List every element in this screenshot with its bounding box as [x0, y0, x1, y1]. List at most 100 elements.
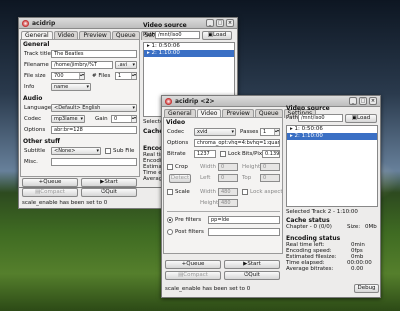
- files-value: 1: [118, 73, 122, 79]
- gain-value: 0: [114, 116, 118, 122]
- options-label: Options: [24, 127, 46, 133]
- enc-row-value: 0.00: [351, 266, 364, 272]
- post-filters-label: Post filters: [175, 229, 204, 235]
- compact-button[interactable]: ▤Compact: [165, 271, 221, 280]
- subtitle-label: Subtitle: [24, 148, 46, 154]
- quit-button[interactable]: ⏻Quit: [224, 271, 280, 280]
- video-heading: Video: [166, 119, 186, 126]
- size-value: 0Mb: [365, 224, 377, 230]
- spin-arrows-icon[interactable]: ▴▾: [274, 129, 279, 135]
- encoding-heading: Encoding status: [286, 235, 341, 242]
- divider: [167, 211, 280, 212]
- filename-ext-select[interactable]: .avi ▾: [115, 61, 137, 69]
- passes-spin[interactable]: 1 ▴▾: [260, 128, 280, 136]
- left-label: Left: [200, 175, 211, 181]
- load-button[interactable]: ▣Load: [202, 31, 232, 40]
- info-select[interactable]: name ▾: [51, 83, 91, 91]
- spin-arrows-icon[interactable]: ▴▾: [131, 73, 136, 79]
- crop-left-input[interactable]: 0: [218, 174, 238, 182]
- subtitle-select[interactable]: <None> ▾: [51, 147, 101, 155]
- filename-input[interactable]: /home/jimbry/%T: [51, 61, 113, 69]
- compact-button-label: Compact: [40, 189, 65, 195]
- post-filters-input[interactable]: [208, 228, 280, 236]
- track-item-2[interactable]: ▸ 2: 1:10:00: [144, 50, 234, 57]
- video-options-input[interactable]: chroma_opt:vhq=4:bvhq=1:quant: [194, 139, 280, 147]
- misc-input[interactable]: [51, 158, 137, 166]
- start-button-label: Start: [247, 261, 261, 267]
- post-filters-radio[interactable]: [167, 229, 173, 235]
- quit-button-main[interactable]: ⏻Quit: [81, 188, 137, 197]
- start-button[interactable]: ▶Start: [81, 178, 137, 187]
- scale-height-label: Height: [200, 200, 219, 206]
- filesize-label: File size: [24, 73, 46, 79]
- scale-width-input[interactable]: 480: [218, 188, 238, 196]
- pre-filters-input[interactable]: pp=lde: [208, 216, 280, 224]
- crop-width-input[interactable]: 0: [218, 163, 238, 171]
- files-spin[interactable]: 1 ▴▾: [115, 72, 137, 80]
- spin-arrows-icon[interactable]: ▴▾: [131, 116, 136, 122]
- codec-select[interactable]: mp3lame ▾: [51, 115, 85, 123]
- selected-track-text: Selected Track 2 - 1:10:00: [286, 209, 358, 215]
- path-input[interactable]: /mnt/iso0: [155, 31, 200, 39]
- queue-button[interactable]: +Queue: [165, 260, 221, 269]
- spin-arrows-icon[interactable]: ▴▾: [79, 73, 84, 79]
- filesize-value: 700: [54, 73, 64, 79]
- bitsperpix-label: Bits/Pix: [242, 151, 263, 157]
- track-list: ▸ 1: 0:50:06 ▸ 2: 1:10:00: [286, 125, 378, 207]
- bitsperpix-input[interactable]: 0.139: [262, 150, 280, 158]
- track-label: 2: 1:10:00: [151, 50, 180, 56]
- load-button-label: Load: [213, 32, 227, 38]
- path-label: Path: [143, 32, 156, 38]
- codec-label: Codec: [167, 129, 185, 135]
- chevron-down-icon: ▾: [80, 116, 83, 122]
- video-panel: Video Codec xvid ▾ Passes 1 ▴▾ Options chr…: [163, 117, 283, 254]
- app-icon: [22, 19, 29, 27]
- crop-height-input[interactable]: 0: [260, 163, 280, 171]
- subtitle-value: <None>: [54, 148, 76, 154]
- video-codec-select[interactable]: xvid ▾: [194, 128, 236, 136]
- audio-options-input[interactable]: abr:br=128: [51, 126, 137, 134]
- queue-button[interactable]: +Queue: [22, 178, 78, 187]
- chevron-down-icon: ▾: [96, 148, 99, 154]
- track-item-1[interactable]: ▸ 1: 0:50:06: [144, 43, 234, 50]
- scale-height-input[interactable]: 480: [218, 199, 238, 207]
- quit-button-label: Quit: [248, 272, 260, 278]
- general-panel: General Track title The Beatles Filename…: [20, 39, 140, 177]
- crop-checkbox[interactable]: [167, 164, 173, 170]
- language-select[interactable]: <Default> English ▾: [51, 104, 137, 112]
- height-label: Height: [242, 164, 261, 170]
- load-button[interactable]: ▣Load: [345, 114, 377, 123]
- start-button[interactable]: ▶Start: [224, 260, 280, 269]
- video-source-heading: Video source: [143, 22, 187, 29]
- ext-value: .avi: [118, 62, 128, 68]
- detect-button[interactable]: Detect: [169, 174, 191, 183]
- queue-button-label: Queue: [43, 179, 62, 185]
- codec-value: xvid: [197, 129, 208, 135]
- path-input[interactable]: /mnt/iso0: [298, 114, 343, 122]
- debug-button[interactable]: Debug: [354, 284, 379, 293]
- bitrate-input[interactable]: 1237: [194, 150, 216, 158]
- pre-filters-radio[interactable]: [167, 217, 173, 223]
- info-label: Info: [24, 84, 35, 90]
- track-title-label: Track title: [24, 51, 51, 57]
- gain-spin[interactable]: 0 ▴▾: [111, 115, 137, 123]
- track-label: 1: 0:50:06: [151, 43, 180, 49]
- track-title-input[interactable]: The Beatles: [51, 50, 137, 58]
- filesize-spin[interactable]: 700 ▴▾: [51, 72, 85, 80]
- options-label: Options: [167, 140, 189, 146]
- compact-button-main[interactable]: ▤Compact: [22, 188, 78, 197]
- crop-top-input[interactable]: 0: [260, 174, 280, 182]
- status-text: scale_enable has been set to 0: [165, 286, 251, 292]
- subfile-checkbox[interactable]: [105, 148, 111, 154]
- track-item-1[interactable]: ▸ 1: 0:50:06: [287, 126, 377, 133]
- language-label: Language: [24, 105, 52, 111]
- general-heading: General: [23, 41, 50, 48]
- status-text-main: scale_enable has been set to 0: [22, 200, 108, 206]
- lock-checkbox[interactable]: [220, 151, 226, 157]
- lock-aspect-label: Lock aspect: [250, 189, 283, 195]
- lock-aspect-checkbox[interactable]: [242, 189, 248, 195]
- track-item-2[interactable]: ▸ 2: 1:10:00: [287, 133, 377, 140]
- chevron-down-icon: ▾: [132, 105, 135, 111]
- scale-checkbox[interactable]: [167, 189, 173, 195]
- cache-heading: Cache status: [286, 217, 330, 224]
